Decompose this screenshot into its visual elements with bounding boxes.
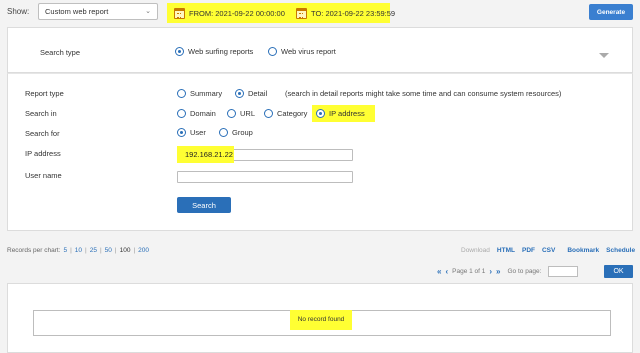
first-page-icon[interactable]: « [437,267,441,276]
export-csv-link[interactable]: CSV [542,247,555,254]
date-from-label: FROM: 2021-09-22 00:00:00 [189,9,285,18]
radio-category[interactable]: Category [264,109,307,118]
radio-user-label: User [190,128,206,137]
no-record-text: No record found [297,316,345,323]
download-label: Download [461,247,490,254]
radio-checked-icon [177,128,186,137]
collapse-triangle-icon[interactable] [599,53,609,58]
export-html-link[interactable]: HTML [497,247,515,254]
calendar-icon [174,8,185,19]
radio-summary-label: Summary [190,89,223,98]
radio-web-surfing-label: Web surfing reports [188,47,254,56]
date-to[interactable]: TO: 2021-09-22 23:59:59 [296,8,395,19]
radio-domain-label: Domain [190,109,216,118]
radio-checked-icon [316,109,325,118]
separator: | [70,247,72,254]
detail-note: (search in detail reports might take som… [285,89,562,98]
records-label: Records per chart: [7,247,61,254]
radio-unchecked-icon [227,109,236,118]
calendar-icon [296,8,307,19]
user-name-input[interactable] [177,171,353,183]
schedule-link[interactable]: Schedule [606,247,635,254]
records-option-10[interactable]: 10 [75,247,82,254]
ok-button[interactable]: OK [604,265,633,278]
radio-user[interactable]: User [177,128,206,137]
radio-web-virus-label: Web virus report [281,47,336,56]
radio-ip-address[interactable]: IP address [316,109,365,118]
radio-unchecked-icon [219,128,228,137]
search-button[interactable]: Search [177,197,231,213]
user-name-label: User name [25,171,62,180]
radio-unchecked-icon [177,109,186,118]
radio-unchecked-icon [264,109,273,118]
radio-unchecked-icon [268,47,277,56]
separator: | [114,247,117,254]
last-page-icon[interactable]: » [496,267,500,276]
ip-address-label: IP address [25,149,61,158]
radio-checked-icon [175,47,184,56]
radio-detail[interactable]: Detail [235,89,267,98]
radio-web-virus[interactable]: Web virus report [268,47,336,56]
radio-ip-address-label: IP address [329,109,365,118]
goto-page-label: Go to page: [507,268,542,275]
report-select-value: Custom web report [45,7,109,16]
separator: | [85,247,87,254]
show-label: Show: [7,7,30,16]
generate-button[interactable]: Generate [589,4,633,20]
radio-group[interactable]: Group [219,128,253,137]
radio-url-label: URL [240,109,256,118]
records-option-50[interactable]: 50 [105,247,112,254]
radio-web-surfing[interactable]: Web surfing reports [175,47,253,56]
records-option-100: 100 [119,247,131,254]
report-type-label: Report type [25,89,64,98]
next-page-icon[interactable]: › [489,267,492,276]
export-pdf-link[interactable]: PDF [522,247,535,254]
radio-category-label: Category [277,109,308,118]
search-in-label: Search in [25,109,57,118]
records-per-chart: Records per chart: 5 | 10 | 25 | 50 | 10… [7,247,149,254]
radio-summary[interactable]: Summary [177,89,222,98]
goto-page-input[interactable] [548,266,579,277]
radio-domain[interactable]: Domain [177,109,216,118]
radio-url[interactable]: URL [227,109,255,118]
ip-address-value: 192.168.21.22 [185,150,233,159]
search-for-label: Search for [25,129,60,138]
radio-group-label: Group [232,128,253,137]
radio-unchecked-icon [177,89,186,98]
report-select[interactable]: Custom web report ⌄ [38,3,158,20]
page-indicator: Page 1 of 1 [452,268,486,275]
prev-page-icon[interactable]: ‹ [445,267,448,276]
export-links: Download HTML PDF CSV Bookmark Schedule [461,247,635,254]
date-to-label: TO: 2021-09-22 23:59:59 [311,9,396,18]
records-option-25[interactable]: 25 [90,247,97,254]
separator: | [133,247,136,254]
records-option-200[interactable]: 200 [138,247,149,254]
chevron-down-icon: ⌄ [145,8,151,15]
radio-detail-label: Detail [248,89,268,98]
radio-checked-icon [235,89,244,98]
bookmark-link[interactable]: Bookmark [567,247,599,254]
pager: « ‹ Page 1 of 1 › » Go to page: [437,266,579,277]
search-type-label: Search type [40,48,81,57]
records-option-5[interactable]: 5 [63,247,67,254]
separator: | [99,247,102,254]
date-from[interactable]: FROM: 2021-09-22 00:00:00 [174,8,285,19]
